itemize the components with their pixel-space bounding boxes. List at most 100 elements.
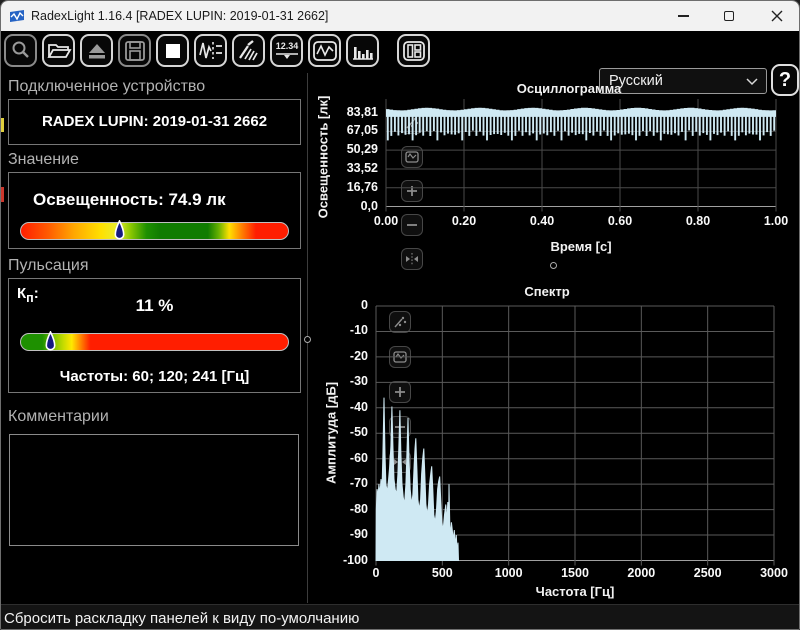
fit-arrows-icon: [394, 456, 406, 468]
minimize-button[interactable]: [660, 1, 706, 31]
oscillogram-title: Осциллограмма: [516, 81, 622, 96]
value-display-button[interactable]: 12.34: [270, 34, 303, 67]
tick-label: -30: [349, 374, 368, 389]
open-file-button[interactable]: [42, 34, 75, 67]
pulsation-panel: Кп: 11 % Частоты: 60; 120; 241 [Гц]: [8, 278, 301, 393]
comments-section-header: Комментарии: [8, 408, 109, 425]
floppy-disk-icon: [124, 40, 145, 61]
pulsation-gauge: [20, 331, 289, 351]
stop-measurement-button[interactable]: [156, 34, 189, 67]
magnifier-icon: [12, 41, 29, 58]
close-button[interactable]: [752, 1, 799, 31]
spectrum-panel-button[interactable]: [346, 34, 379, 67]
device-section-header: Подключенное устройство: [8, 78, 206, 95]
autoscale-button[interactable]: [401, 146, 423, 168]
maximize-button[interactable]: [706, 1, 752, 31]
oscillogram-xlabel: Время [с]: [550, 239, 612, 254]
tick-label: 16,76: [346, 179, 378, 194]
maximize-icon: [724, 11, 734, 21]
edge-indicator-red: [1, 187, 4, 202]
points-mode-button[interactable]: [389, 311, 411, 333]
comments-input[interactable]: [9, 434, 299, 546]
status-bar[interactable]: Сбросить раскладку панелей к виду по-умо…: [1, 604, 799, 629]
title-bar[interactable]: RadexLight 1.16.4 [RADEX LUPIN: 2019-01-…: [1, 1, 799, 31]
oscillogram-panel-button[interactable]: [308, 34, 341, 67]
illuminance-reading: Освещенность: 74.9 лк: [33, 190, 226, 209]
tick-label: 67,05: [346, 123, 378, 138]
zoom-in-button[interactable]: [389, 381, 411, 403]
minus-icon: [395, 426, 405, 428]
eject-icon: [88, 43, 105, 58]
spectrum-ylabel: Амплитуда [дБ]: [323, 381, 339, 485]
fit-view-button[interactable]: [401, 248, 423, 270]
tick-label: 3000: [760, 566, 788, 580]
language-dropdown[interactable]: Русский: [599, 68, 767, 94]
search-device-button[interactable]: [4, 34, 37, 67]
numeric-display-text: 12.34: [276, 41, 299, 51]
tick-label: 33,52: [346, 160, 378, 175]
gauge-marker-icon: [114, 220, 125, 240]
help-button[interactable]: ?: [771, 64, 799, 96]
clear-button[interactable]: [232, 34, 265, 67]
line-points-icon: [394, 316, 407, 328]
tick-label: -50: [349, 425, 368, 440]
line-points-icon: [406, 117, 419, 129]
value-panel: Освещенность: 74.9 лк: [8, 172, 301, 249]
app-window: RadexLight 1.16.4 [RADEX LUPIN: 2019-01-…: [0, 0, 800, 630]
horizontal-splitter-handle[interactable]: [550, 262, 557, 269]
tick-label: -100: [342, 552, 368, 567]
numeric-display-icon: 12.34: [276, 41, 299, 59]
tick-label: 1000: [494, 566, 523, 580]
illuminance-gauge: [20, 220, 289, 240]
tick-label: 0: [372, 566, 380, 580]
tick-label: 2000: [627, 566, 656, 580]
tick-label: 1500: [561, 566, 589, 580]
app-logo-icon: [10, 10, 24, 22]
tick-label: 0.40: [529, 214, 555, 228]
open-folder-icon: [46, 43, 72, 58]
tick-label: -40: [349, 399, 368, 414]
kp-value: 11 %: [135, 296, 174, 315]
zoom-in-button[interactable]: [401, 180, 423, 202]
tick-label: 0,0: [360, 198, 378, 213]
help-label: ?: [778, 68, 792, 91]
edge-indicator-yellow: [1, 118, 4, 132]
save-button[interactable]: [118, 34, 151, 67]
minus-icon: [407, 224, 417, 226]
brush-sweep-icon: [238, 39, 258, 60]
spectrum-tools: [389, 311, 411, 486]
tick-label: 0.60: [607, 214, 633, 228]
value-section-header: Значение: [8, 151, 79, 168]
tick-label: 0.80: [685, 214, 711, 228]
fit-view-button[interactable]: [389, 451, 411, 473]
device-name: RADEX LUPIN: 2019-01-31 2662: [41, 113, 268, 130]
zoom-out-button[interactable]: [389, 416, 411, 438]
vertical-splitter-handle[interactable]: [304, 336, 311, 343]
waveform-dashed-icon: [198, 41, 222, 59]
toolbar: 12.34 Русский ?: [1, 31, 799, 96]
points-mode-button[interactable]: [401, 112, 423, 134]
spectrum-xlabel: Частота [Гц]: [535, 584, 615, 599]
tick-label: 500: [431, 566, 453, 580]
device-panel: RADEX LUPIN: 2019-01-31 2662: [8, 99, 301, 145]
plus-icon: [407, 186, 417, 196]
tick-label: 0: [361, 298, 368, 312]
fit-arrows-icon: [406, 253, 418, 265]
close-icon: [771, 10, 782, 22]
eject-device-button[interactable]: [80, 34, 113, 67]
layout-icon: [402, 40, 425, 61]
frame-wave-icon: [393, 351, 407, 363]
tick-label: -10: [349, 323, 368, 338]
tick-label: -60: [349, 450, 368, 465]
frame-wave-icon: [405, 151, 419, 163]
autoscale-button[interactable]: [389, 346, 411, 368]
zoom-out-button[interactable]: [401, 214, 423, 236]
layout-panels-button[interactable]: [397, 34, 430, 67]
tick-label: 1.00: [763, 214, 789, 228]
tick-label: -70: [349, 476, 368, 491]
tick-label: 50,29: [346, 142, 378, 157]
status-text: Сбросить раскладку панелей к виду по-умо…: [4, 609, 360, 627]
tick-label: -20: [349, 348, 368, 363]
signal-settings-button[interactable]: [194, 34, 227, 67]
pulsation-section-header: Пульсация: [8, 257, 89, 274]
